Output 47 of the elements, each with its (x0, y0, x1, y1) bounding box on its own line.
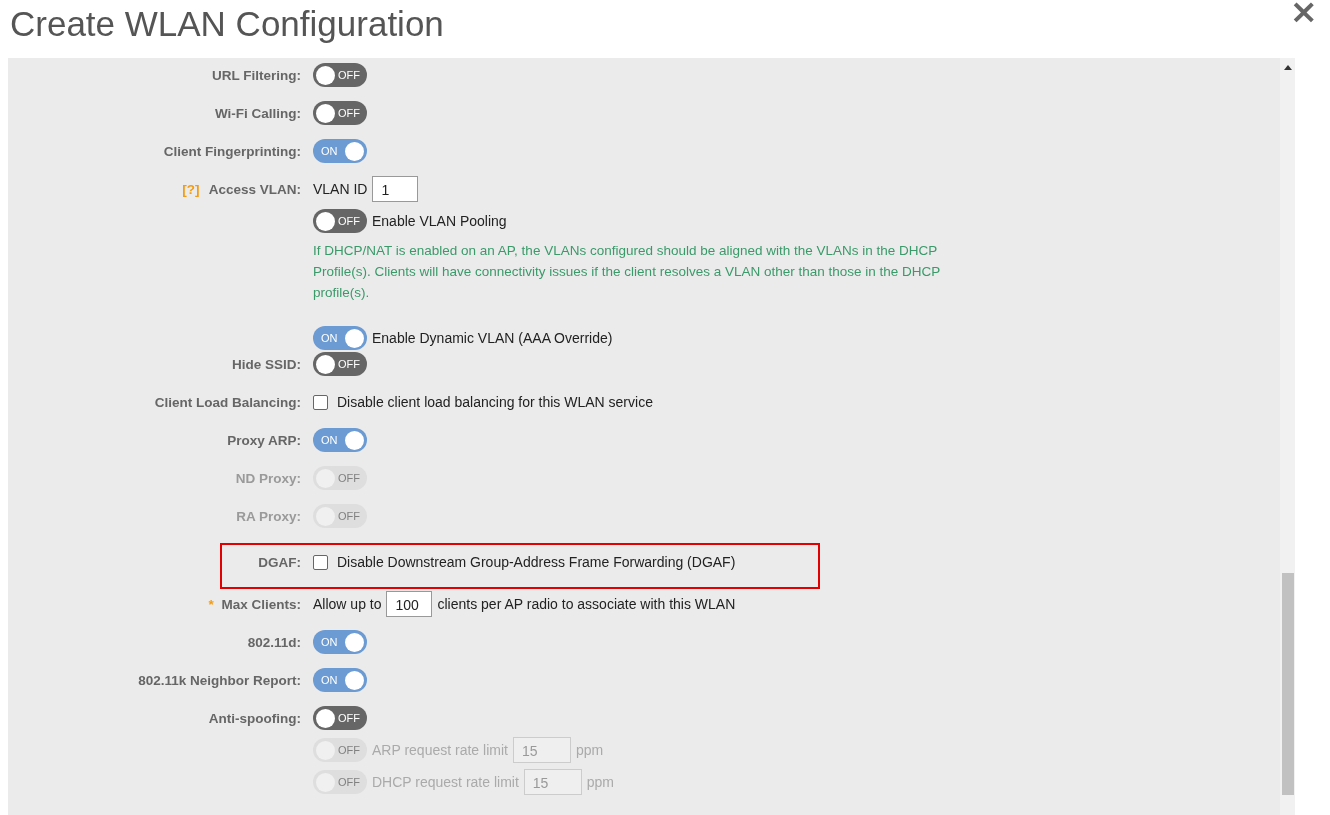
field-text: Enable VLAN Pooling (372, 213, 507, 229)
scrollbar-thumb[interactable] (1281, 573, 1294, 795)
field-label: Hide SSID: (232, 357, 301, 372)
toggle-switch[interactable]: ON (313, 668, 367, 692)
field-label: 802.11d: (247, 635, 301, 650)
field-label: Wi-Fi Calling: (214, 106, 301, 121)
field-label: URL Filtering: (212, 68, 301, 83)
field-label: Anti-spoofing: (208, 711, 301, 726)
field-label: Client Fingerprinting: (163, 144, 301, 159)
field-label: Access VLAN: (208, 182, 301, 197)
field-text: ppm (575, 742, 604, 758)
field-label: ND Proxy: (235, 471, 301, 486)
field-label: Max Clients: (221, 597, 301, 612)
toggle-switch[interactable]: OFF (313, 352, 367, 376)
field-text: clients per AP radio to associate with this WLAN (437, 596, 736, 612)
toggle-switch[interactable]: OFF (313, 706, 367, 730)
toggle-switch[interactable]: OFF (313, 101, 367, 125)
field-label: DGAF: (258, 555, 301, 570)
checkbox[interactable] (313, 554, 328, 570)
toggle-switch[interactable]: ON (313, 428, 367, 452)
field-text: ARP request rate limit (372, 742, 508, 758)
checkbox-label: Disable Downstream Group-Address Frame Forwarding (DGAF) (337, 554, 736, 570)
close-button[interactable]: × (1289, 0, 1318, 28)
toggle-switch[interactable]: OFF (313, 209, 367, 233)
required-mark: * (208, 597, 214, 612)
field-text: VLAN ID (313, 181, 368, 197)
scrollbar[interactable] (1280, 58, 1295, 815)
scroll-up-icon[interactable] (1283, 65, 1292, 70)
info-note: If DHCP/NAT is enabled on an AP, the VLANs configured should be aligned with the VLANs in the DHCP Profile(s). Clients will have connectivity issues if the client resolves a VLAN other than those in the DHCP profile(s). (313, 242, 942, 302)
input-field[interactable]: 1 (372, 176, 419, 202)
field-label: Proxy ARP: (227, 433, 301, 448)
toggle-switch[interactable]: ON (313, 139, 367, 163)
help-link[interactable]: [?] (182, 182, 200, 197)
field-label: RA Proxy: (236, 509, 301, 524)
field-text: DHCP request rate limit (372, 774, 519, 790)
input-field[interactable]: 100 (386, 591, 433, 617)
field-label: Client Load Balancing: (154, 395, 301, 410)
toggle-switch[interactable]: ON (313, 326, 367, 350)
field-text: Allow up to (313, 596, 382, 612)
checkbox[interactable] (313, 394, 328, 410)
field-label: 802.11k Neighbor Report: (138, 673, 301, 688)
field-text: ppm (586, 774, 615, 790)
toggle-switch[interactable]: ON (313, 630, 367, 654)
toggle-switch[interactable]: OFF (313, 63, 367, 87)
checkbox-label: Disable client load balancing for this WLAN service (337, 394, 653, 410)
field-text: Enable Dynamic VLAN (AAA Override) (372, 330, 613, 346)
dialog-title: Create WLAN Configuration (10, 4, 444, 44)
